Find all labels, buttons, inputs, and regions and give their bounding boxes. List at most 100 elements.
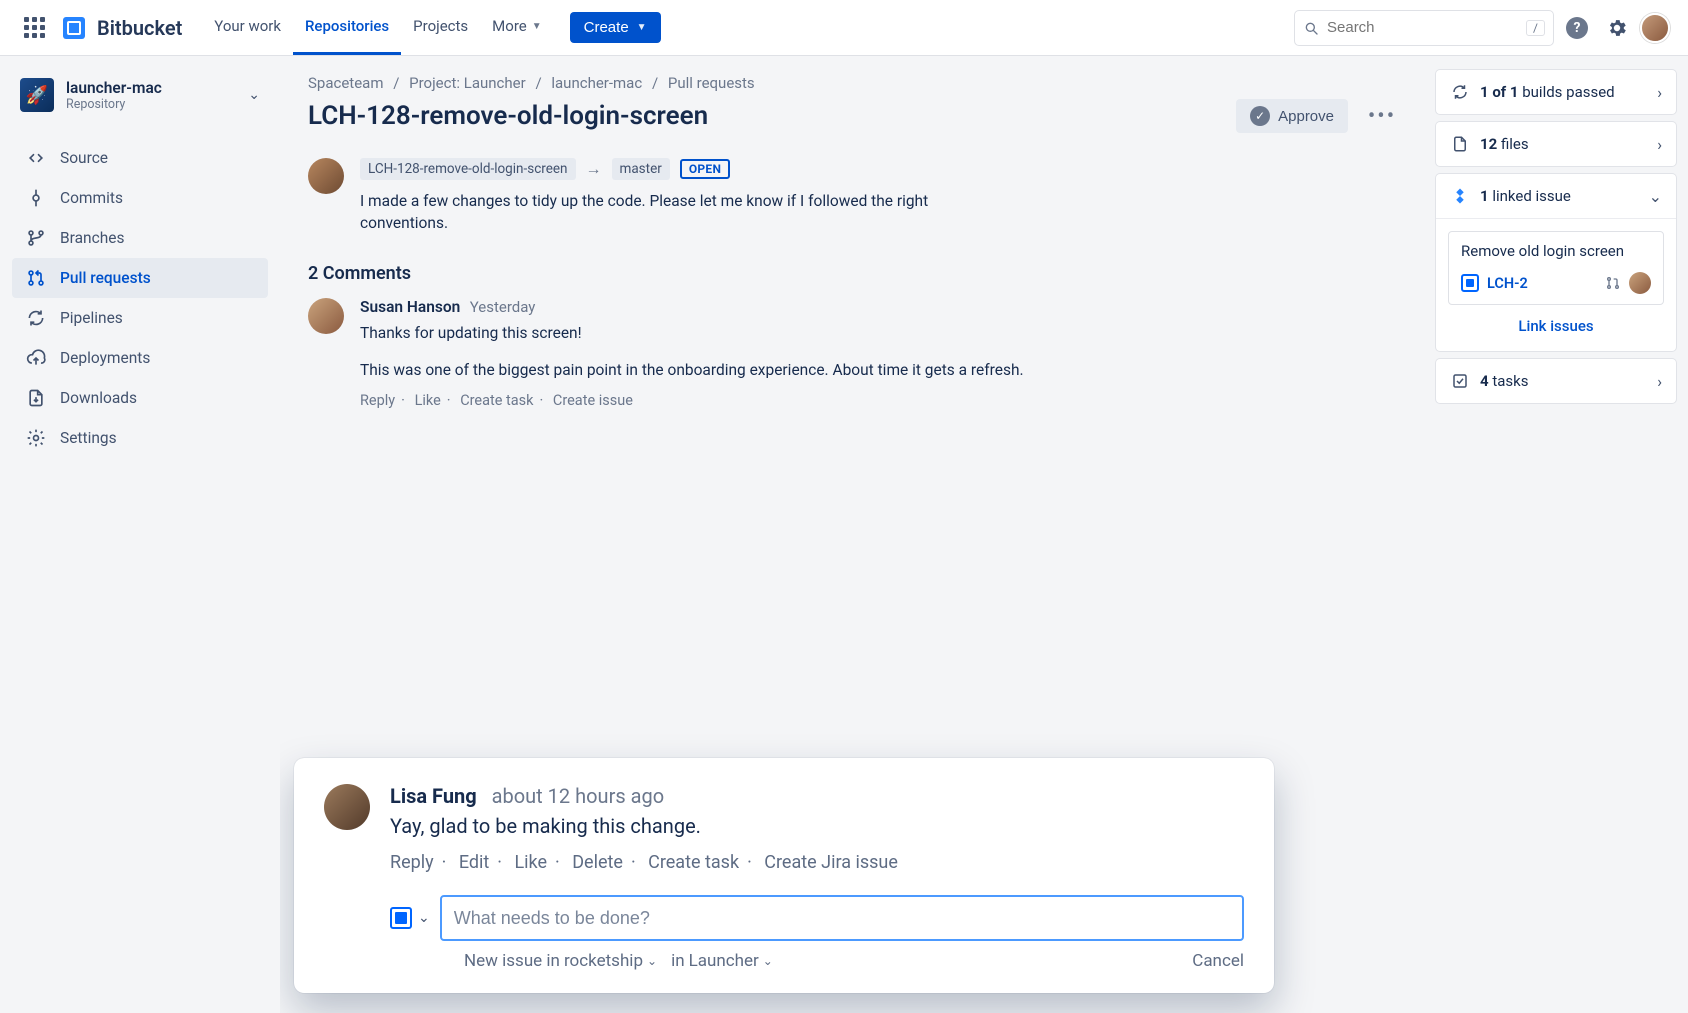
pr-state-badge: OPEN — [680, 159, 730, 179]
author-avatar[interactable] — [308, 158, 344, 194]
link-issues-button[interactable]: Link issues — [1518, 317, 1593, 335]
download-icon — [26, 388, 46, 408]
assignee-avatar — [1629, 272, 1651, 294]
approve-button[interactable]: ✓ Approve — [1236, 99, 1348, 133]
jira-story-icon — [390, 907, 412, 929]
nav-your-work[interactable]: Your work — [202, 0, 293, 55]
nav-projects-label: Projects — [413, 17, 468, 35]
nav-repositories-label: Repositories — [305, 17, 389, 35]
panel-builds[interactable]: 1 of 1 builds passed › — [1436, 70, 1676, 114]
sidebar: launcher-mac Repository ⌄ Source Commits — [0, 56, 280, 1013]
nav-more[interactable]: More ▼ — [480, 0, 553, 55]
chevron-right-icon: › — [1657, 83, 1662, 102]
comment-author: Susan Hanson — [360, 298, 460, 316]
app-switcher-icon[interactable] — [18, 11, 51, 44]
app-body: launcher-mac Repository ⌄ Source Commits — [0, 56, 1688, 1013]
comment-action-create-task[interactable]: Create task — [460, 392, 533, 409]
comment-avatar[interactable] — [308, 298, 344, 334]
sidebar-item-pull-requests[interactable]: Pull requests — [12, 258, 268, 298]
code-icon — [26, 148, 46, 168]
product-name: Bitbucket — [97, 16, 182, 40]
callout-action-reply[interactable]: Reply — [390, 852, 434, 873]
breadcrumb-separator: / — [529, 74, 547, 92]
sidebar-item-label: Pull requests — [60, 269, 151, 287]
comment-action-like[interactable]: Like — [415, 392, 441, 409]
callout-time: about 12 hours ago — [492, 784, 665, 808]
bitbucket-logo-icon[interactable] — [63, 17, 85, 39]
sidebar-item-label: Source — [60, 149, 108, 167]
settings-button[interactable] — [1600, 11, 1634, 45]
panel-files[interactable]: 12 files › — [1436, 122, 1676, 166]
breadcrumb-item[interactable]: launcher-mac — [551, 74, 642, 92]
chevron-down-icon: ⌄ — [763, 954, 773, 968]
nav-repositories[interactable]: Repositories — [293, 0, 401, 55]
search-box[interactable]: / — [1294, 10, 1554, 46]
profile-avatar[interactable] — [1640, 13, 1670, 43]
comment-action-create-issue[interactable]: Create issue — [553, 392, 633, 409]
sidebar-item-label: Settings — [60, 429, 117, 447]
callout-action-create-task[interactable]: Create task — [648, 852, 739, 873]
jira-icon — [1450, 186, 1470, 206]
breadcrumb-item[interactable]: Spaceteam — [308, 74, 383, 92]
panel-linked-issues-header[interactable]: 1 linked issue ⌄ — [1436, 174, 1676, 218]
sidebar-item-branches[interactable]: Branches — [12, 218, 268, 258]
primary-nav: Your work Repositories Projects More ▼ — [202, 0, 553, 55]
issue-type-picker[interactable]: ⌄ — [390, 907, 430, 929]
builds-icon — [1450, 82, 1470, 102]
linked-issue-card[interactable]: Remove old login screen LCH-2 — [1448, 231, 1664, 305]
page-title: LCH-128-remove-old-login-screen — [308, 101, 1220, 131]
search-icon — [1303, 20, 1319, 36]
search-input[interactable] — [1319, 19, 1526, 36]
issue-project-picker[interactable]: New issue in rocketship ⌄ — [464, 951, 657, 971]
chevron-down-icon: ▼ — [637, 22, 647, 33]
repo-switcher[interactable]: launcher-mac Repository ⌄ — [12, 72, 268, 118]
target-branch[interactable]: master — [612, 158, 670, 180]
chevron-down-icon: ⌄ — [647, 954, 657, 968]
sidebar-item-label: Pipelines — [60, 309, 123, 327]
callout-author: Lisa Fung — [390, 784, 477, 808]
nav-more-label: More — [492, 17, 527, 35]
callout-action-create-jira-issue[interactable]: Create Jira issue — [764, 852, 898, 873]
panel-builds-text: 1 of 1 builds passed — [1480, 83, 1647, 101]
sidebar-item-downloads[interactable]: Downloads — [12, 378, 268, 418]
jira-story-icon — [1461, 274, 1479, 292]
callout-action-edit[interactable]: Edit — [459, 852, 489, 873]
callout-action-delete[interactable]: Delete — [572, 852, 623, 873]
breadcrumb-separator: / — [387, 74, 405, 92]
sidebar-item-source[interactable]: Source — [12, 138, 268, 178]
create-button-label: Create — [584, 19, 629, 36]
panel-files-text: 12 files — [1480, 135, 1647, 153]
panel-tasks[interactable]: 4 tasks › — [1436, 359, 1676, 403]
cancel-button[interactable]: Cancel — [1192, 951, 1244, 971]
issue-summary-input[interactable] — [440, 895, 1244, 941]
comments-heading: 2 Comments — [308, 263, 1400, 284]
issue-space-picker[interactable]: in Launcher ⌄ — [671, 951, 773, 971]
more-actions-button[interactable]: ••• — [1364, 98, 1400, 134]
sidebar-item-commits[interactable]: Commits — [12, 178, 268, 218]
panel-linked-issues-text: 1 linked issue — [1480, 187, 1639, 205]
sidebar-item-pipelines[interactable]: Pipelines — [12, 298, 268, 338]
breadcrumb-item[interactable]: Project: Launcher — [409, 74, 526, 92]
sidebar-item-label: Downloads — [60, 389, 137, 407]
create-button[interactable]: Create ▼ — [570, 12, 661, 43]
chevron-right-icon: › — [1657, 135, 1662, 154]
comment-action-reply[interactable]: Reply — [360, 392, 395, 409]
source-branch[interactable]: LCH-128-remove-old-login-screen — [360, 158, 576, 180]
commit-icon — [26, 188, 46, 208]
help-icon: ? — [1566, 17, 1588, 39]
callout-action-like[interactable]: Like — [514, 852, 547, 873]
sidebar-item-deployments[interactable]: Deployments — [12, 338, 268, 378]
repo-subtitle: Repository — [66, 97, 162, 112]
nav-projects[interactable]: Projects — [401, 0, 480, 55]
breadcrumb-item[interactable]: Pull requests — [668, 74, 755, 92]
callout-avatar[interactable] — [324, 784, 370, 830]
sidebar-item-settings[interactable]: Settings — [12, 418, 268, 458]
comment-body-line: This was one of the biggest pain point i… — [360, 359, 1038, 382]
pull-request-icon — [1605, 275, 1621, 291]
comment-time: Yesterday — [470, 298, 536, 316]
panel-tasks-text: 4 tasks — [1480, 372, 1647, 390]
pr-description: I made a few changes to tidy up the code… — [360, 190, 1020, 235]
callout-actions: Reply· Edit· Like· Delete· Create task· … — [390, 852, 1244, 873]
help-button[interactable]: ? — [1560, 11, 1594, 45]
pipelines-icon — [26, 308, 46, 328]
